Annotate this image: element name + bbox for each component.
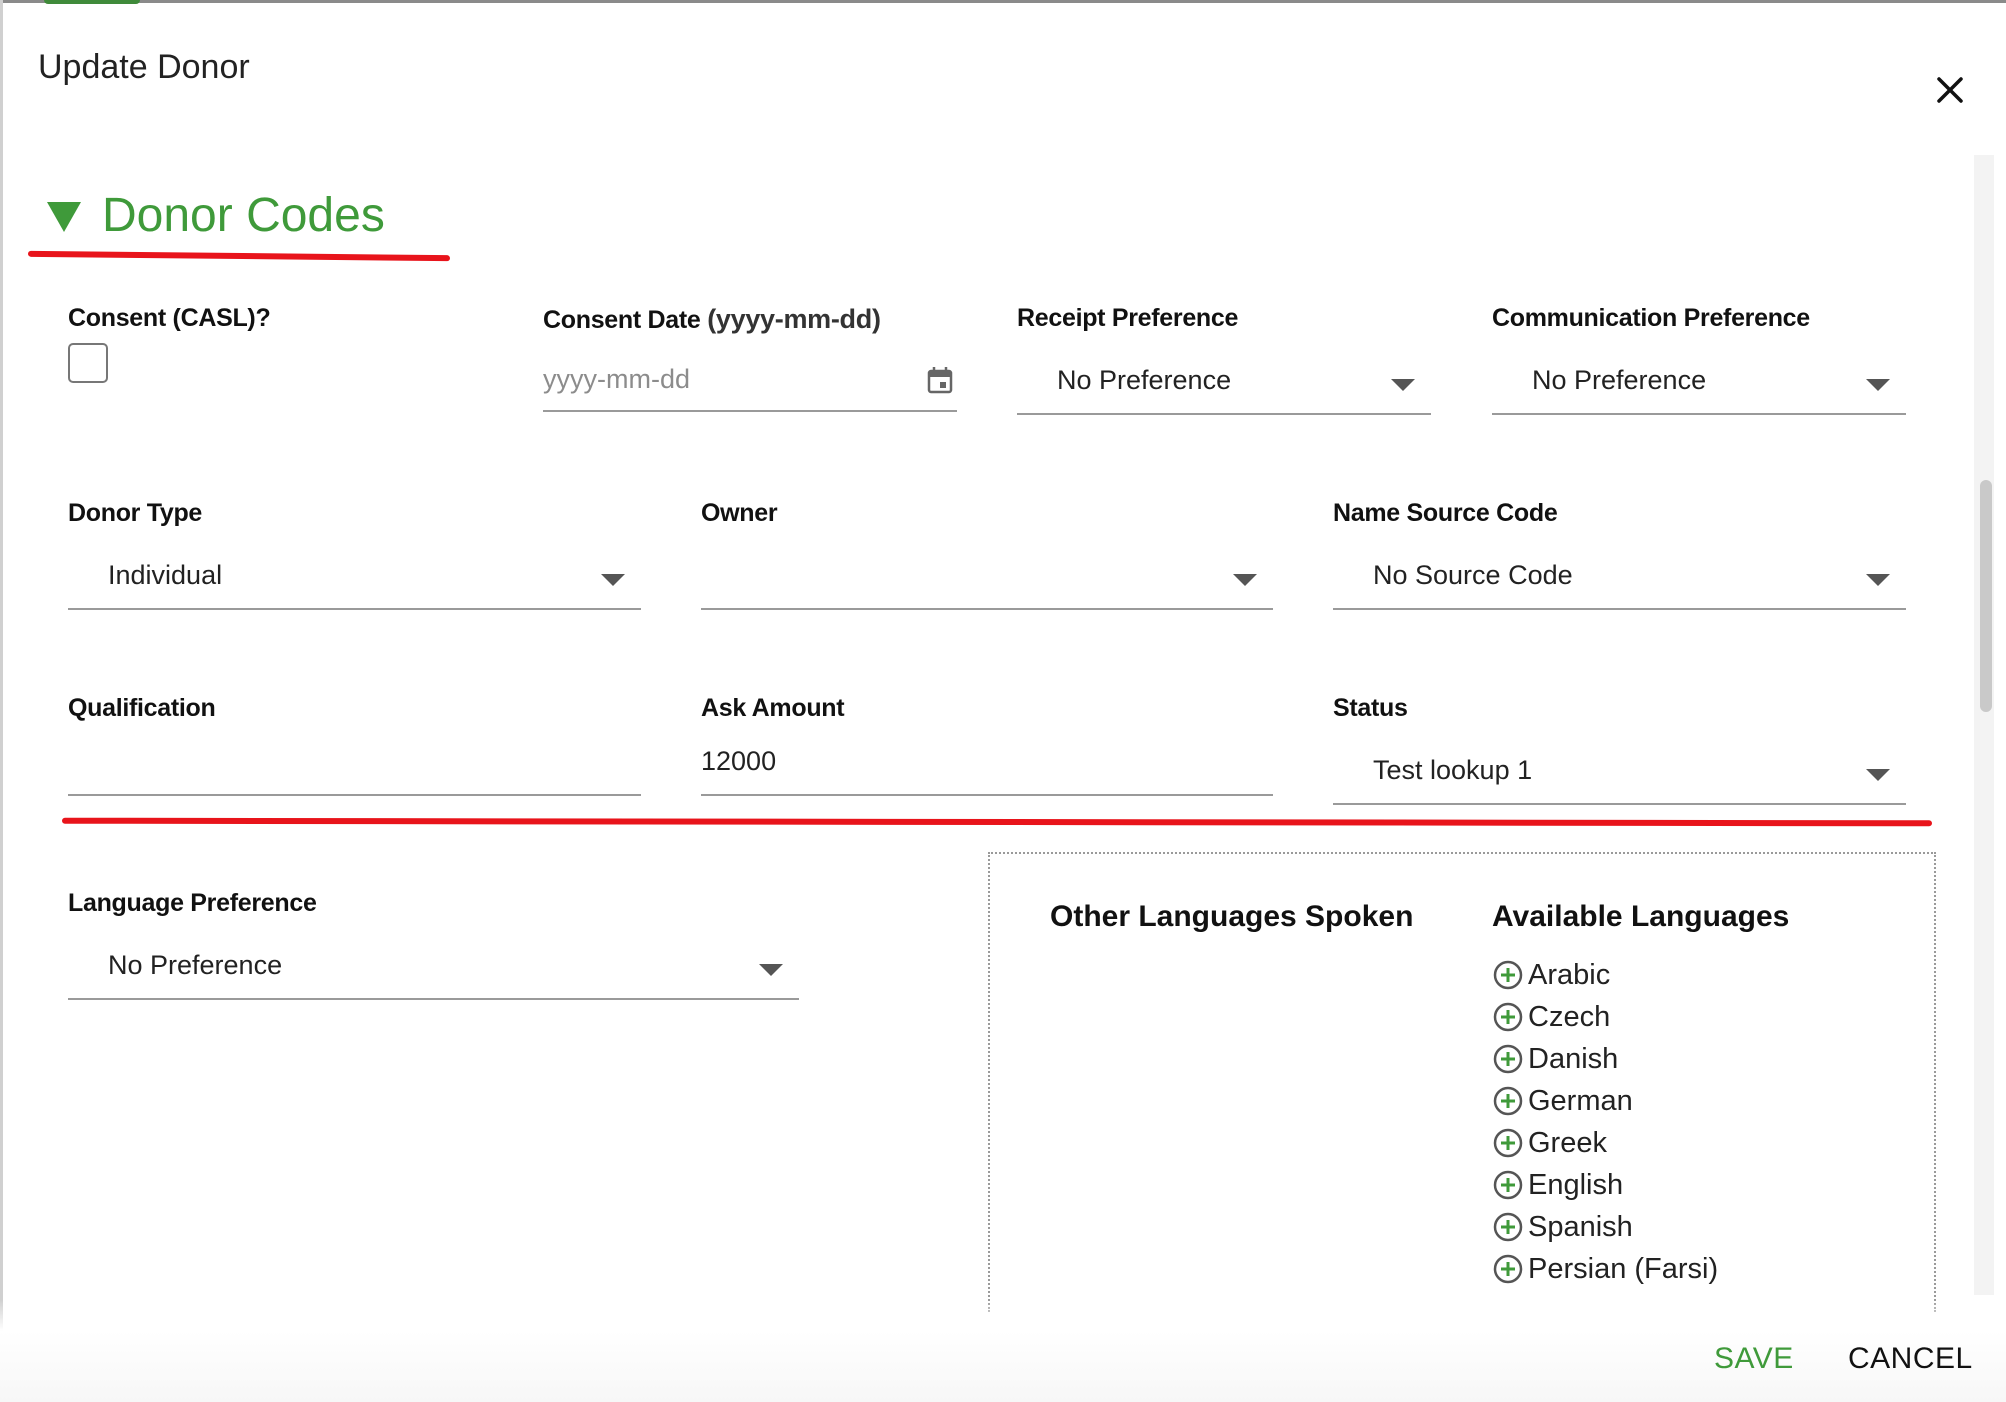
language-preference-value: No Preference [108, 950, 283, 980]
name-source-code-select[interactable]: No Source Code [1333, 550, 1906, 610]
languages-panel: Other Languages Spoken Available Languag… [988, 852, 1936, 1312]
background-tab-edge [44, 0, 140, 4]
window-frame-left [0, 0, 3, 1402]
section-header-donor-codes[interactable]: Donor Codes [44, 188, 385, 243]
close-button[interactable] [1930, 70, 1970, 110]
language-item[interactable]: German [1492, 1080, 1718, 1122]
consent-label: Consent (CASL)? [68, 304, 271, 332]
language-item[interactable]: Arabic [1492, 954, 1718, 996]
communication-preference-select[interactable]: No Preference [1492, 355, 1906, 415]
language-item[interactable]: Greek [1492, 1122, 1718, 1164]
language-label: Danish [1528, 1042, 1619, 1075]
window-frame-top [0, 0, 2006, 3]
consent-date-label-text: Consent Date [543, 306, 701, 334]
plus-circle-icon[interactable] [1492, 1127, 1524, 1159]
communication-preference-value: No Preference [1532, 365, 1707, 395]
language-label: English [1528, 1168, 1624, 1201]
plus-circle-icon[interactable] [1492, 1043, 1524, 1075]
plus-circle-icon[interactable] [1492, 959, 1524, 991]
annotation-underline-title [27, 250, 451, 262]
plus-circle-icon[interactable] [1492, 1253, 1524, 1285]
language-label: Persian (Farsi) [1528, 1252, 1719, 1285]
close-icon [1937, 77, 1963, 103]
plus-circle-icon[interactable] [1492, 1169, 1524, 1201]
chevron-down-icon [1866, 769, 1890, 781]
ask-amount-label: Ask Amount [701, 694, 845, 722]
dialog-title: Update Donor [38, 48, 250, 86]
language-item[interactable]: Danish [1492, 1038, 1718, 1080]
consent-date-label: Consent Date (yyyy-mm-dd) [543, 304, 881, 335]
owner-select[interactable] [701, 550, 1273, 610]
annotation-underline-fields [61, 817, 1933, 827]
available-languages-list: Arabic Czech Danish German Greek English Spani… [1492, 954, 1718, 1290]
donor-type-value: Individual [108, 560, 223, 590]
communication-preference-label: Communication Preference [1492, 304, 1810, 332]
cancel-button[interactable]: CANCEL [1848, 1342, 1973, 1376]
scrollbar-thumb[interactable] [1980, 480, 1992, 712]
receipt-preference-label: Receipt Preference [1017, 304, 1239, 332]
plus-circle-icon[interactable] [1492, 1001, 1524, 1033]
language-item[interactable]: Persian (Farsi) [1492, 1248, 1718, 1290]
dialog-footer [0, 1300, 2006, 1402]
receipt-preference-value: No Preference [1057, 365, 1232, 395]
calendar-icon[interactable] [927, 366, 953, 394]
language-item[interactable]: Spanish [1492, 1206, 1718, 1248]
qualification-input[interactable] [68, 736, 641, 796]
language-label: Spanish [1528, 1210, 1633, 1243]
language-preference-label: Language Preference [68, 889, 317, 917]
status-label: Status [1333, 694, 1408, 722]
consent-date-placeholder: yyyy-mm-dd [543, 364, 690, 394]
section-title: Donor Codes [102, 189, 385, 242]
language-label: Arabic [1528, 958, 1611, 991]
status-value: Test lookup 1 [1373, 755, 1533, 785]
chevron-down-icon [1866, 379, 1890, 391]
plus-circle-icon[interactable] [1492, 1085, 1524, 1117]
language-label: Czech [1528, 1000, 1611, 1033]
language-item[interactable]: Czech [1492, 996, 1718, 1038]
language-label: Greek [1528, 1126, 1607, 1159]
plus-circle-icon[interactable] [1492, 1211, 1524, 1243]
name-source-code-label: Name Source Code [1333, 499, 1558, 527]
chevron-down-icon [1391, 379, 1415, 391]
language-label: German [1528, 1084, 1633, 1117]
qualification-label: Qualification [68, 694, 216, 722]
language-preference-select[interactable]: No Preference [68, 940, 799, 1000]
donor-type-label: Donor Type [68, 499, 203, 527]
other-languages-title: Other Languages Spoken [1050, 900, 1414, 933]
triangle-down-icon [47, 201, 81, 232]
donor-type-select[interactable]: Individual [68, 550, 641, 610]
chevron-down-icon [1866, 574, 1890, 586]
status-select[interactable]: Test lookup 1 [1333, 745, 1906, 805]
chevron-down-icon [759, 964, 783, 976]
name-source-code-value: No Source Code [1373, 560, 1573, 590]
ask-amount-input[interactable]: 12000 [701, 736, 1273, 796]
scrollbar-track[interactable] [1974, 155, 1994, 1295]
language-item[interactable]: English [1492, 1164, 1718, 1206]
consent-date-format-hint: (yyyy-mm-dd) [707, 304, 881, 334]
chevron-down-icon [601, 574, 625, 586]
chevron-down-icon [1233, 574, 1257, 586]
consent-checkbox[interactable] [68, 343, 108, 383]
save-button[interactable]: SAVE [1714, 1342, 1794, 1376]
owner-label: Owner [701, 499, 778, 527]
ask-amount-value: 12000 [701, 746, 777, 776]
consent-date-input[interactable]: yyyy-mm-dd [543, 352, 957, 412]
receipt-preference-select[interactable]: No Preference [1017, 355, 1431, 415]
available-languages-title: Available Languages [1492, 900, 1790, 933]
